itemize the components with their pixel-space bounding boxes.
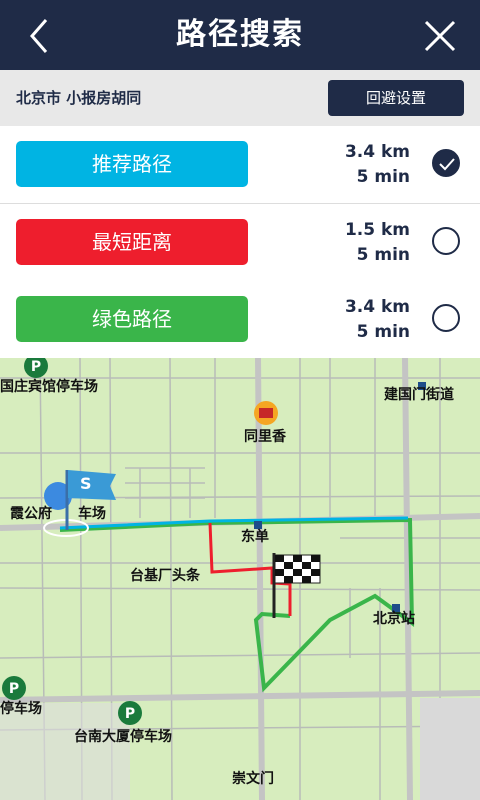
recommended-route-button[interactable]: 推荐路径 [16, 141, 248, 187]
green-route-button[interactable]: 绿色路径 [16, 296, 248, 342]
close-button[interactable] [420, 16, 460, 56]
avoid-settings-button[interactable]: 回避设置 [328, 80, 464, 116]
map-label: 同里香 [244, 429, 286, 445]
parking-icon: P [24, 358, 48, 378]
map-view[interactable]: P P P 建国门街道 同里香 东单 台基厂头条 北京站 霞公府 车场 国庄宾馆… [0, 358, 480, 800]
route-radio[interactable] [432, 227, 460, 255]
map-label: 建国门街道 [384, 387, 454, 403]
route-metrics: 1.5 km 5 min [290, 218, 410, 268]
map-label: 车场 [78, 506, 106, 522]
route-time: 5 min [356, 245, 410, 265]
page-title: 路径搜索 [176, 17, 304, 52]
destination-address: 北京市 小报房胡同 [16, 89, 142, 107]
route-time: 5 min [356, 322, 410, 342]
map-label: 北京站 [373, 611, 415, 627]
svg-text:P: P [31, 359, 41, 375]
route-distance: 3.4 km [344, 142, 410, 162]
checkmark-icon [439, 158, 455, 171]
map-label: 国庄宾馆停车场 [0, 379, 98, 395]
parking-icon: P [118, 701, 142, 725]
restaurant-icon [254, 401, 278, 425]
route-radio-checked[interactable] [432, 149, 460, 177]
parking-icon: P [2, 676, 26, 700]
route-time: 5 min [356, 167, 410, 187]
map-label: 霞公府 [10, 506, 52, 522]
route-distance: 3.4 km [344, 297, 410, 317]
route-list: 推荐路径 3.4 km 5 min 最短距离 1.5 km 5 min 绿色路径… [0, 126, 480, 358]
map-label: 崇文门 [232, 771, 274, 787]
map-label: 台基厂头条 [130, 568, 200, 584]
route-option-recommended[interactable]: 推荐路径 3.4 km 5 min [0, 126, 480, 204]
route-metrics: 3.4 km 5 min [290, 140, 410, 190]
route-metrics: 3.4 km 5 min [290, 295, 410, 345]
map-label: 东单 [241, 529, 269, 545]
shortest-route-button[interactable]: 最短距离 [16, 219, 248, 265]
svg-text:P: P [125, 706, 135, 722]
route-radio[interactable] [432, 304, 460, 332]
map-label: 台南大厦停车场 [74, 729, 172, 745]
route-option-green[interactable]: 绿色路径 3.4 km 5 min [0, 281, 480, 358]
close-icon [424, 20, 456, 52]
start-flag-label: S [80, 474, 92, 493]
green-route-line [59, 517, 415, 693]
route-option-shortest[interactable]: 最短距离 1.5 km 5 min [0, 204, 480, 282]
address-bar: 北京市 小报房胡同 回避设置 [0, 70, 480, 126]
route-distance: 1.5 km [344, 220, 410, 240]
map-label: 停车场 [0, 701, 42, 717]
svg-text:P: P [9, 681, 19, 697]
header: 路径搜索 [0, 0, 480, 70]
finish-flag-icon [272, 553, 321, 618]
map-canvas: P P P [0, 358, 480, 800]
